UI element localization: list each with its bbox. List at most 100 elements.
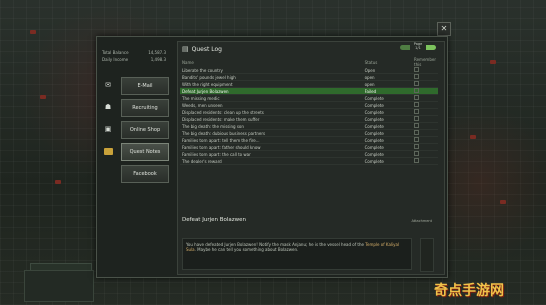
quest-table-header: Name Status Remember this (180, 57, 438, 67)
remember-cell (412, 87, 438, 95)
quest-detail-title: Defeat Jurjen Bolazwen (182, 217, 247, 223)
quest-status: Complete (362, 108, 412, 116)
quest-name: Families torn apart: father should know (180, 143, 363, 151)
quest-row[interactable]: Defeat Jurjen Bolazwen Failed (180, 87, 438, 95)
quest-status: Complete (362, 157, 412, 165)
quest-detail-body: You have defeated Jurjen Bolazwen! Notif… (182, 238, 412, 270)
quest-name: Bandits' pounds jewel high (180, 73, 363, 81)
quest-status: Complete (362, 150, 412, 158)
quest-row[interactable]: The missing medic Complete (180, 94, 438, 102)
quest-name: Displaced residents: clean up the street… (180, 108, 363, 116)
column-header-remember[interactable]: Remember this (412, 57, 438, 67)
watermark: 奇点手游网 (434, 283, 504, 299)
quest-name: Displaced residents: make them suffer (180, 115, 363, 123)
quest-log-panel: ▤ Quest Log Page 1/1 Name Status Remembe… (177, 41, 445, 275)
quest-row[interactable]: Families torn apart: the call to war Comp… (180, 150, 438, 158)
page-navigator: Page 1/1 (400, 42, 436, 54)
remember-checkbox[interactable] (414, 88, 419, 93)
map-marker (40, 95, 46, 99)
email-button[interactable]: E-Mail (121, 77, 169, 95)
facebook-icon (103, 168, 113, 178)
stat-label: Total Balance (102, 50, 129, 55)
map-marker (490, 60, 496, 64)
quest-status: Complete (362, 136, 412, 144)
map-marker (470, 135, 476, 139)
prev-page-button[interactable] (400, 45, 410, 50)
quest-notes-button[interactable]: Quest Notes (121, 143, 169, 161)
side-menu: ✉ E-Mail ☗ Recruiting ▣ Online Shop Ques… (103, 77, 171, 187)
remember-checkbox[interactable] (414, 74, 419, 79)
finance-stats: Total Balance 14,587.3 Daily Income 1,49… (102, 49, 166, 63)
quest-status: Complete (362, 129, 412, 137)
quest-name: Weeds, men unseen (180, 101, 363, 109)
quest-table: Name Status Remember this Liberate the c… (180, 57, 438, 165)
remember-checkbox[interactable] (414, 109, 419, 114)
map-marker (30, 30, 36, 34)
stat-value: 14,587.3 (148, 50, 166, 55)
page-value: 1/1 (415, 46, 421, 50)
quest-row[interactable]: Displaced residents: clean up the street… (180, 108, 438, 116)
folder-icon (103, 146, 113, 156)
remember-cell (412, 150, 438, 158)
menu-item-online-shop[interactable]: ▣ Online Shop (103, 121, 171, 139)
remember-cell (412, 157, 438, 165)
quest-row[interactable]: Weeds, men unseen Complete (180, 101, 438, 109)
stat-label: Daily Income (102, 57, 129, 62)
quest-row[interactable]: Families torn apart: father should know C… (180, 143, 438, 151)
envelope-icon: ✉ (105, 81, 111, 89)
quest-detail-tail: . Maybe he can tell you something about … (194, 247, 299, 252)
menu-item-email[interactable]: ✉ E-Mail (103, 77, 171, 95)
quest-row[interactable]: Families torn apart: tell them the fire.… (180, 136, 438, 144)
menu-item-quest-notes[interactable]: Quest Notes (103, 143, 171, 161)
remember-checkbox[interactable] (414, 67, 419, 72)
remember-cell (412, 129, 438, 137)
quest-row[interactable]: Displaced residents: make them suffer Com… (180, 115, 438, 123)
remember-checkbox[interactable] (414, 144, 419, 149)
recruiting-button[interactable]: Recruiting (121, 99, 169, 117)
page-indicator: Page 1/1 (412, 42, 424, 50)
remember-checkbox[interactable] (414, 116, 419, 121)
remember-checkbox[interactable] (414, 95, 419, 100)
column-header-status[interactable]: Status (363, 57, 412, 67)
remember-cell (412, 101, 438, 109)
quest-row[interactable]: Bandits' pounds jewel high open (180, 73, 438, 81)
next-page-button[interactable] (426, 45, 436, 50)
quest-status: Failed (362, 87, 412, 95)
menu-item-facebook[interactable]: Facebook (103, 165, 171, 183)
quest-row[interactable]: The big death: the missing son Complete (180, 122, 438, 130)
quest-log-header: ▤ Quest Log (182, 44, 222, 54)
quest-name: Families torn apart: tell them the fire.… (180, 136, 363, 144)
remember-checkbox[interactable] (414, 81, 419, 86)
book-icon: ▤ (182, 45, 189, 53)
quest-row[interactable]: The big death: dubious business partners… (180, 129, 438, 137)
menu-item-recruiting[interactable]: ☗ Recruiting (103, 99, 171, 117)
remember-cell (412, 73, 438, 81)
remember-checkbox[interactable] (414, 151, 419, 156)
remember-checkbox[interactable] (414, 137, 419, 142)
remember-cell (412, 143, 438, 151)
quest-row[interactable]: With the right equipment open (180, 80, 438, 88)
remember-checkbox[interactable] (414, 158, 419, 163)
quest-name: The dealer's reward (180, 157, 363, 165)
detail-scrollbar[interactable] (420, 238, 434, 272)
facebook-button[interactable]: Facebook (121, 165, 169, 183)
remember-checkbox[interactable] (414, 130, 419, 135)
remember-cell (412, 94, 438, 102)
quest-status: open (362, 73, 412, 81)
quest-row[interactable]: The dealer's reward Complete (180, 157, 438, 165)
remember-checkbox[interactable] (414, 123, 419, 128)
remember-cell (412, 115, 438, 123)
minimap-panel[interactable] (24, 270, 94, 302)
shop-icon: ▣ (104, 125, 112, 133)
remember-checkbox[interactable] (414, 102, 419, 107)
stat-value: 1,498.3 (150, 57, 166, 62)
close-button[interactable]: ✕ (437, 22, 451, 36)
quest-name: The big death: the missing son (180, 122, 363, 130)
stat-row: Daily Income 1,498.3 (102, 56, 166, 63)
map-marker (500, 200, 506, 204)
online-shop-button[interactable]: Online Shop (121, 121, 169, 139)
remember-cell (412, 122, 438, 130)
column-header-name[interactable]: Name (180, 57, 363, 67)
remember-cell (412, 136, 438, 144)
quest-status: Complete (362, 122, 412, 130)
